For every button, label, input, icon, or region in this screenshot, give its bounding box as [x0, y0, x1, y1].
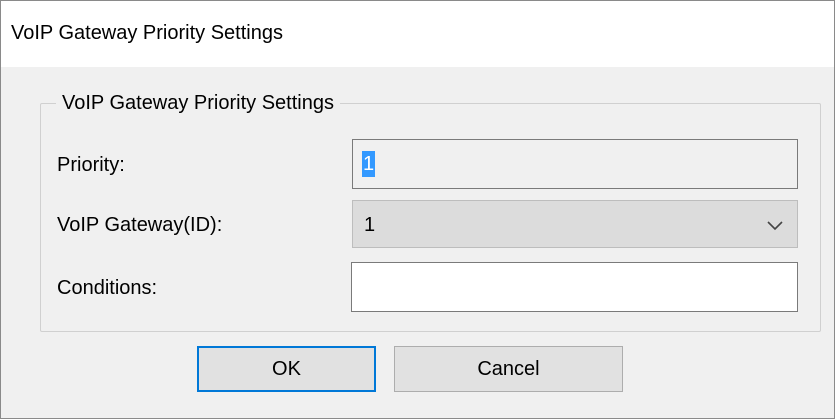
priority-settings-dialog: VoIP Gateway Priority Settings VoIP Gate…: [0, 0, 835, 419]
cancel-button[interactable]: Cancel: [394, 346, 623, 392]
group-box-legend: VoIP Gateway Priority Settings: [56, 91, 340, 115]
conditions-label: Conditions:: [57, 277, 158, 299]
voip-gateway-label: VoIP Gateway(ID):: [57, 214, 223, 236]
voip-gateway-selected-value: 1: [364, 214, 376, 236]
priority-field[interactable]: 1: [352, 139, 798, 189]
title-bar[interactable]: VoIP Gateway Priority Settings: [1, 1, 834, 67]
conditions-input[interactable]: [351, 262, 798, 312]
priority-value: 1: [362, 151, 376, 177]
window-title: VoIP Gateway Priority Settings: [11, 22, 283, 44]
voip-gateway-select[interactable]: 1: [352, 200, 798, 248]
chevron-down-icon: [767, 221, 783, 231]
priority-label: Priority:: [57, 154, 125, 176]
ok-button[interactable]: OK: [197, 346, 376, 392]
